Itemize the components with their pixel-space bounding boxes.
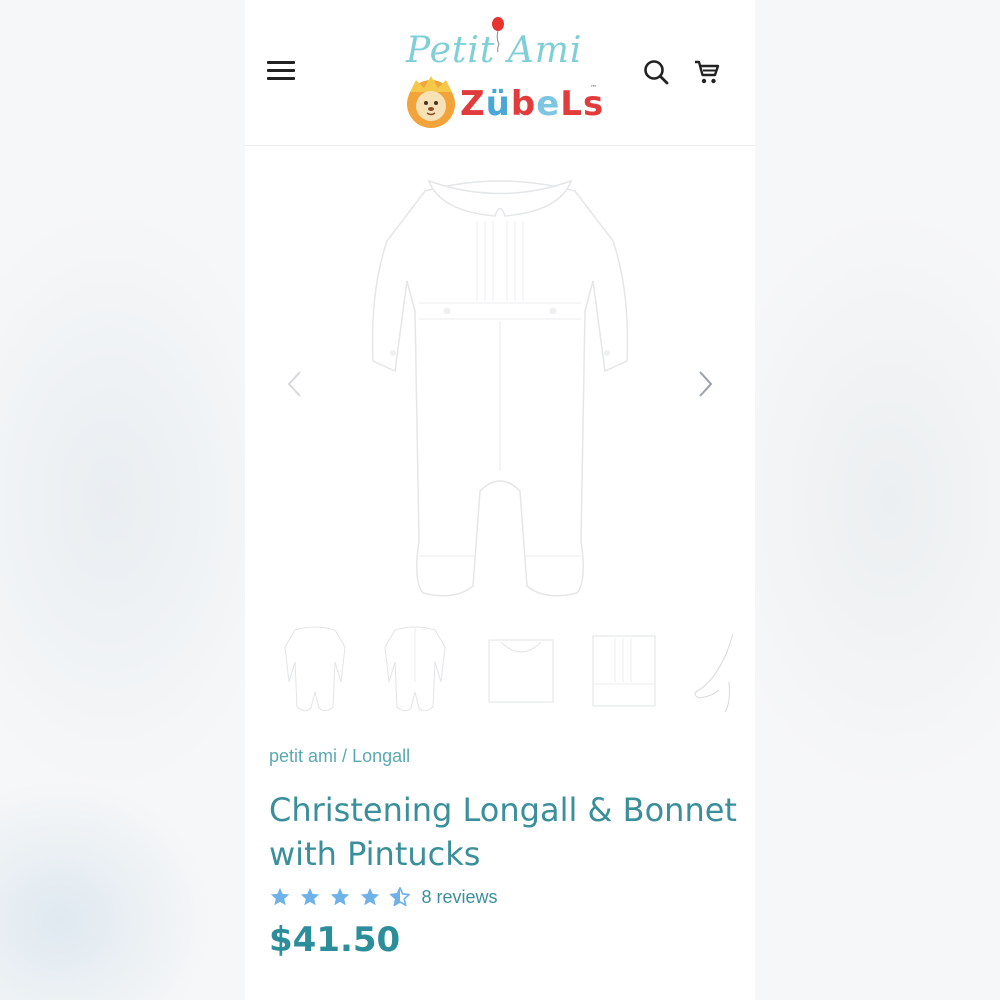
star-full-icon xyxy=(270,887,290,906)
lion-mascot-icon xyxy=(407,76,455,128)
product-title: Christening Longall & Bonnet with Pintuc… xyxy=(269,791,737,873)
search-icon[interactable] xyxy=(643,59,669,85)
thumbnail-strip xyxy=(245,622,755,722)
hamburger-icon-bar xyxy=(267,61,295,64)
trademark-symbol: ™ xyxy=(590,84,597,92)
star-full-icon xyxy=(331,887,350,906)
logo-letter: L xyxy=(560,84,583,124)
menu-button[interactable] xyxy=(267,58,295,82)
reviews-count-link[interactable]: 8 reviews xyxy=(421,887,497,908)
product-gallery xyxy=(245,146,755,616)
star-rating xyxy=(269,886,414,908)
breadcrumb: petit ami / Longall xyxy=(269,746,410,767)
logo-letter: Z xyxy=(460,84,486,124)
breadcrumb-brand-link[interactable]: petit ami xyxy=(269,746,337,766)
thumbnail-bonnet[interactable] xyxy=(685,622,735,718)
chevron-right-icon[interactable] xyxy=(695,369,715,399)
store-logo[interactable]: Petit Ami ZübeLs ™ xyxy=(400,14,603,132)
product-main-image[interactable] xyxy=(355,161,645,601)
chevron-left-icon[interactable] xyxy=(285,369,305,399)
cart-icon[interactable] xyxy=(693,58,721,86)
star-half-icon xyxy=(390,887,411,907)
site-header: Petit Ami ZübeLs ™ xyxy=(245,0,755,146)
thumbnail-front[interactable] xyxy=(275,622,355,718)
logo-letter: b xyxy=(510,84,537,124)
logo-letter: e xyxy=(536,84,561,124)
star-full-icon xyxy=(361,887,380,906)
hamburger-icon-bar xyxy=(267,77,295,80)
product-rating[interactable]: 8 reviews xyxy=(269,886,498,912)
balloon-icon xyxy=(492,17,504,52)
mobile-page: Petit Ami ZübeLs ™ petit ami / Longall C… xyxy=(245,0,755,1000)
thumbnail-pintuck-detail[interactable] xyxy=(577,622,657,718)
hamburger-icon-bar xyxy=(267,69,295,72)
thumbnail-collar-detail[interactable] xyxy=(477,622,557,718)
logo-zubels-text: ZübeLs xyxy=(460,84,604,124)
breadcrumb-category-link[interactable]: Longall xyxy=(352,746,410,766)
star-full-icon xyxy=(300,887,320,906)
logo-letter: ü xyxy=(485,84,511,124)
product-price: $41.50 xyxy=(269,920,401,960)
breadcrumb-separator: / xyxy=(342,746,348,766)
thumbnail-back[interactable] xyxy=(375,622,455,718)
